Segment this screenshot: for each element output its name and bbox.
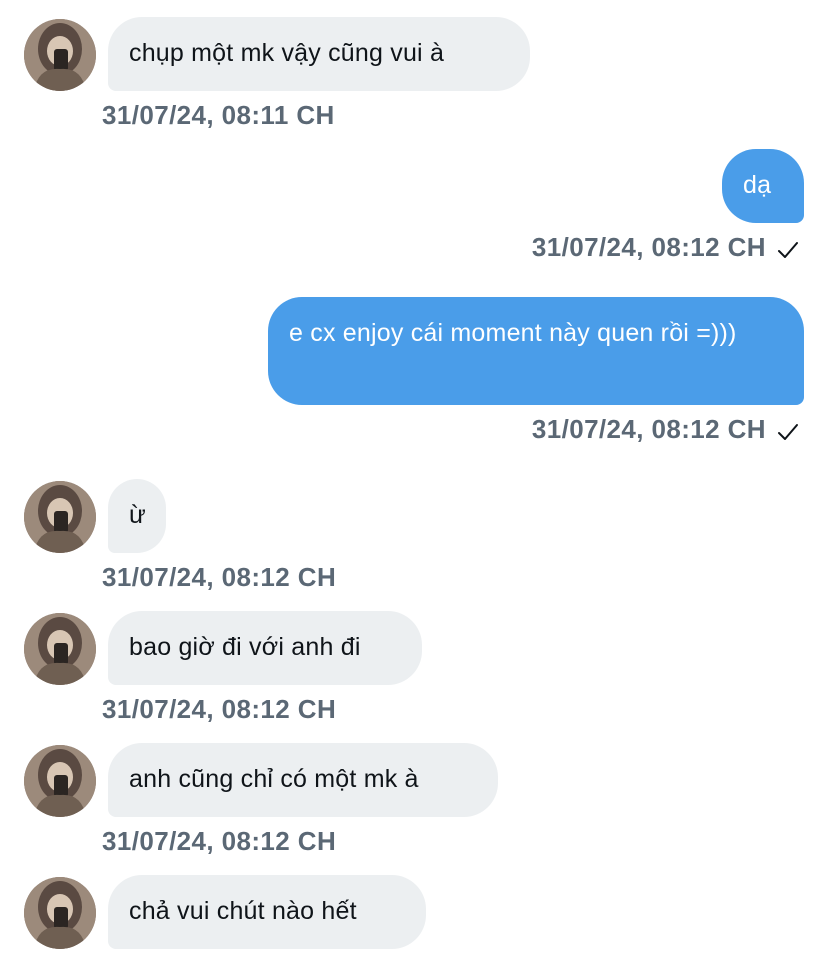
message-text: chụp một mk vậy cũng vui à <box>129 39 445 67</box>
outgoing-message-bubble[interactable]: e cx enjoy cái moment này quen rồi =))) <box>268 297 804 405</box>
incoming-message-bubble[interactable]: chả vui chút nào hết <box>108 875 426 949</box>
message-text: dạ <box>743 171 772 199</box>
message-text: bao giờ đi với anh đi <box>129 633 361 661</box>
incoming-message-bubble[interactable]: anh cũng chỉ có một mk à <box>108 743 498 817</box>
sender-avatar[interactable] <box>24 877 96 949</box>
message-timestamp: 31/07/24, 08:12 CH <box>102 826 337 856</box>
avatar-image-icon <box>24 745 96 817</box>
incoming-message-bubble[interactable]: chụp một mk vậy cũng vui à <box>108 17 530 91</box>
sender-avatar[interactable] <box>24 481 96 553</box>
message-thread: chụp một mk vậy cũng vui à 31/07/24, 08:… <box>0 0 828 956</box>
sender-avatar[interactable] <box>24 613 96 685</box>
message-timestamp: 31/07/24, 08:12 CH <box>531 232 766 262</box>
incoming-message-bubble[interactable]: bao giờ đi với anh đi <box>108 611 422 685</box>
sender-avatar[interactable] <box>24 19 96 91</box>
incoming-message-bubble[interactable]: ừ <box>108 479 166 553</box>
avatar-image-icon <box>24 613 96 685</box>
check-icon <box>776 420 800 444</box>
message-timestamp: 31/07/24, 08:11 CH <box>102 100 335 130</box>
message-timestamp: 31/07/24, 08:12 CH <box>102 694 337 724</box>
avatar-image-icon <box>24 877 96 949</box>
avatar-image-icon <box>24 481 96 553</box>
message-text: e cx enjoy cái moment này quen rồi =))) <box>289 319 737 347</box>
avatar-image-icon <box>24 19 96 91</box>
message-timestamp: 31/07/24, 08:12 CH <box>102 562 337 592</box>
message-text: ừ <box>129 501 146 529</box>
sender-avatar[interactable] <box>24 745 96 817</box>
check-icon <box>776 238 800 262</box>
message-timestamp: 31/07/24, 08:12 CH <box>531 414 766 444</box>
message-text: anh cũng chỉ có một mk à <box>129 765 419 793</box>
outgoing-message-bubble[interactable]: dạ <box>722 149 804 223</box>
message-text: chả vui chút nào hết <box>129 897 357 925</box>
